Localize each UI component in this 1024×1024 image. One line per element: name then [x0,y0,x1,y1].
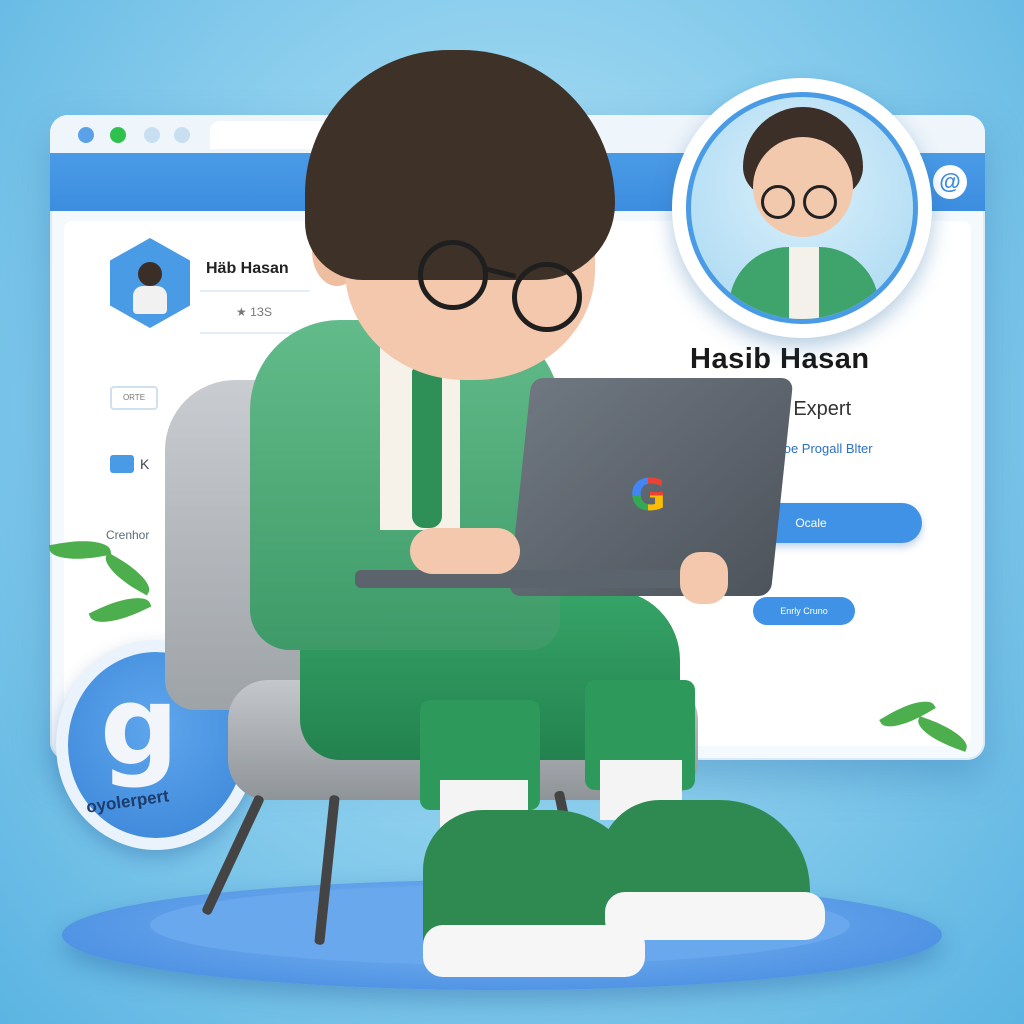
rating-badge: ★ 1ЗS [236,305,273,319]
avatar-body [133,286,167,314]
sidebar-label: K [140,456,150,472]
hand [680,552,728,604]
glasses-icon [418,240,488,310]
window-control-dot[interactable] [144,127,160,143]
window-control-dot[interactable] [174,127,190,143]
avatar-face [138,262,162,286]
necktie [412,368,442,528]
glasses-icon [761,185,795,219]
profile-name-small: Häb Hasan [206,260,289,277]
divider [200,290,310,292]
secondary-button[interactable]: Enrly Cruno [753,597,855,625]
sidebar-text: Crenhor [106,528,150,542]
avatar-shirt [789,247,819,319]
laptop-base [355,570,685,588]
window-control-dot[interactable] [110,127,126,143]
google-logo-icon: G [630,470,667,521]
sidebar-icon[interactable] [110,455,134,473]
at-icon[interactable]: @ [933,165,967,199]
avatar-portrait[interactable] [686,92,918,324]
sidebar-chip[interactable]: ORTE [110,386,158,410]
glasses-icon [512,262,582,332]
hand [410,528,520,574]
window-control-dot[interactable] [78,127,94,143]
scene: @ Häb Hasan ★ 1ЗS ORTE K Crenhor Hasib H… [0,0,1024,1024]
profile-name: Hasib Hasan [690,343,870,375]
sneaker-sole [605,892,825,940]
glasses-icon [803,185,837,219]
